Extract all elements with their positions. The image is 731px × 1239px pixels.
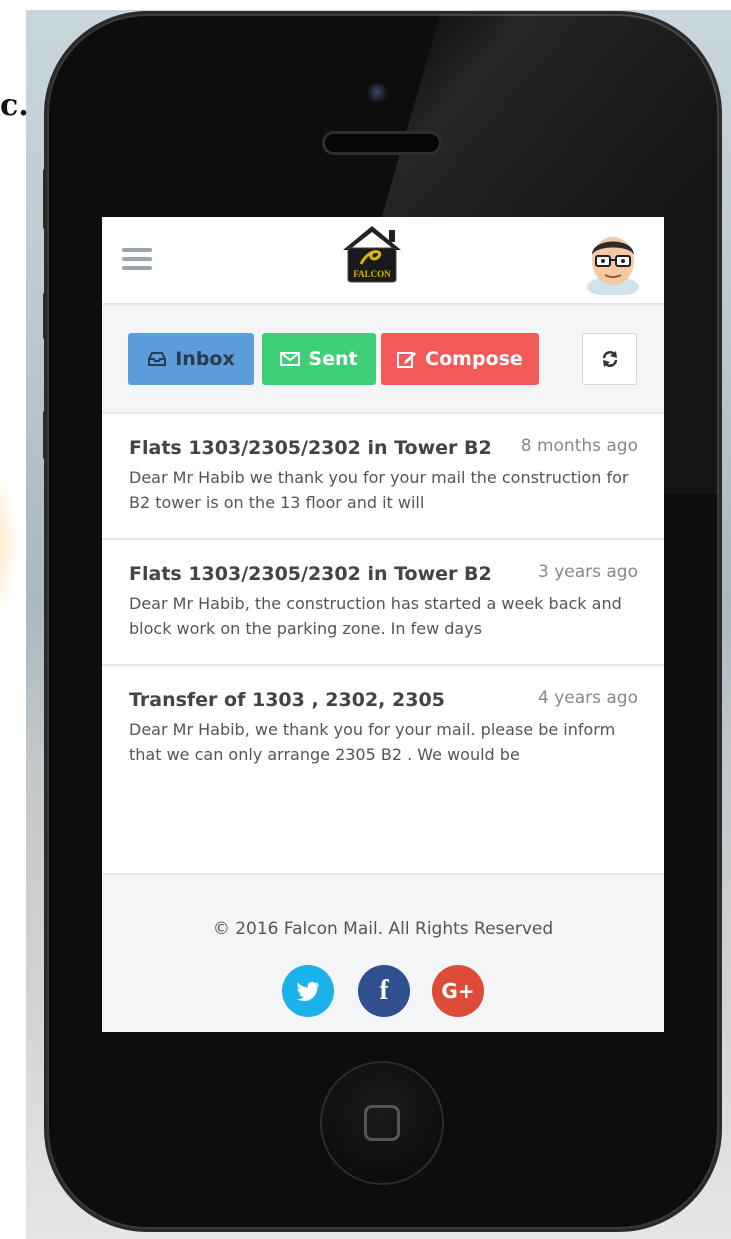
sent-button[interactable]: Sent bbox=[262, 333, 376, 385]
app-header: FALCON bbox=[102, 217, 664, 306]
mail-toolbar: Inbox Sent Compose bbox=[102, 306, 664, 414]
inbox-button[interactable]: Inbox bbox=[128, 333, 254, 385]
mail-preview: Dear Mr Habib, the construction has star… bbox=[129, 594, 622, 638]
facebook-button[interactable]: f bbox=[358, 965, 410, 1017]
home-square-icon bbox=[364, 1105, 400, 1141]
twitter-bird-icon bbox=[297, 981, 319, 1001]
mail-timestamp: 3 years ago bbox=[537, 562, 638, 582]
phone-screen: FALCON Inbox Sent Compose Flats 1303/230… bbox=[102, 217, 664, 1032]
edit-icon bbox=[397, 352, 417, 368]
refresh-button[interactable] bbox=[582, 333, 637, 385]
falcon-logo: FALCON bbox=[343, 226, 401, 283]
app-footer: © 2016 Falcon Mail. All Rights Reserved … bbox=[102, 873, 664, 1032]
facebook-icon: f bbox=[379, 975, 389, 1006]
google-plus-icon: G+ bbox=[441, 979, 475, 1003]
twitter-button[interactable] bbox=[282, 965, 334, 1017]
user-avatar[interactable] bbox=[582, 227, 644, 295]
mail-preview: Dear Mr Habib, we thank you for your mai… bbox=[129, 720, 616, 764]
mail-timestamp: 4 years ago bbox=[537, 688, 638, 708]
mail-timestamp: 8 months ago bbox=[520, 436, 638, 456]
mail-preview: Dear Mr Habib we thank you for your mail… bbox=[129, 468, 629, 512]
mail-list: Flats 1303/2305/2302 in Tower B2 8 month… bbox=[102, 414, 664, 792]
mail-subject: Flats 1303/2305/2302 in Tower B2 bbox=[129, 437, 492, 459]
mail-list-item[interactable]: Flats 1303/2305/2302 in Tower B2 8 month… bbox=[102, 414, 664, 540]
logo-text: FALCON bbox=[353, 269, 391, 279]
inbox-label: Inbox bbox=[175, 348, 235, 370]
envelope-icon bbox=[280, 352, 301, 366]
earpiece-speaker bbox=[322, 131, 442, 155]
mail-list-item[interactable]: Flats 1303/2305/2302 in Tower B2 3 years… bbox=[102, 540, 664, 666]
sent-label: Sent bbox=[308, 348, 358, 370]
front-camera bbox=[368, 83, 388, 103]
page-edge-text: c. bbox=[0, 88, 29, 123]
compose-button[interactable]: Compose bbox=[381, 333, 539, 385]
inbox-tray-icon bbox=[148, 352, 167, 366]
home-button[interactable] bbox=[320, 1061, 444, 1185]
mail-subject: Flats 1303/2305/2302 in Tower B2 bbox=[129, 563, 492, 585]
mail-subject: Transfer of 1303 , 2302, 2305 bbox=[129, 689, 445, 711]
compose-label: Compose bbox=[425, 348, 523, 370]
mail-list-item[interactable]: Transfer of 1303 , 2302, 2305 4 years ag… bbox=[102, 666, 664, 792]
hamburger-menu-icon[interactable] bbox=[122, 248, 152, 270]
google-plus-button[interactable]: G+ bbox=[432, 965, 484, 1017]
refresh-icon bbox=[602, 351, 617, 367]
copyright-text: © 2016 Falcon Mail. All Rights Reserved bbox=[212, 919, 554, 939]
